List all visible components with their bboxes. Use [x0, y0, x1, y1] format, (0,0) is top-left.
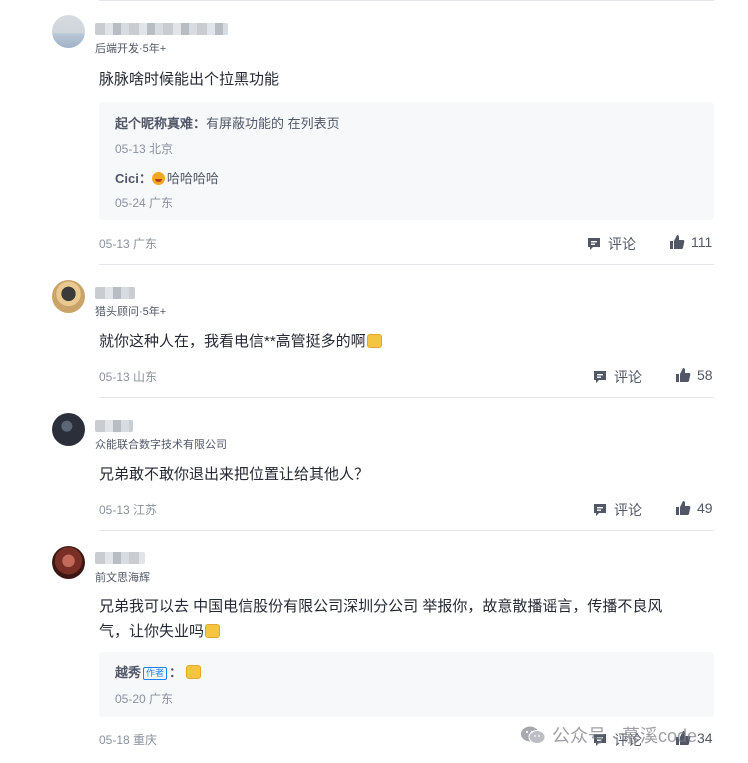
like-count: 111 — [691, 234, 713, 250]
reply-time: 05-13 北京 — [115, 142, 174, 156]
comment-text-content: 气，让你失业吗 — [99, 623, 205, 640]
emoji-icon — [186, 665, 202, 679]
comment-icon — [594, 371, 606, 383]
thumbs-up-icon — [676, 501, 691, 515]
comment-divider — [99, 264, 714, 265]
comment-time: 05-13 广东 — [99, 237, 158, 251]
author-name-blurred[interactable] — [95, 420, 133, 432]
comment-label: 评论 — [614, 502, 642, 518]
author-badge: 作者 — [143, 667, 168, 680]
reply-author[interactable]: 越秀 — [115, 665, 141, 680]
top-divider — [99, 0, 714, 1]
reply-time: 05-24 广东 — [115, 196, 174, 210]
like-button[interactable]: 49 — [675, 500, 713, 516]
like-count: 34 — [697, 730, 713, 746]
author-meta: 后端开发·5年+ — [95, 43, 167, 55]
comment-label: 评论 — [608, 236, 636, 252]
reply-separator: ： — [138, 171, 152, 186]
like-button[interactable]: 111 — [669, 234, 712, 250]
comment-label: 评论 — [614, 369, 642, 385]
comment-text-content: 就你这种人在，我看电信**高管挺多的啊 — [99, 333, 366, 350]
comment-time: 05-13 江苏 — [99, 503, 158, 517]
thumbs-up-icon — [670, 235, 685, 249]
reply-list: 起个昵称真难：有屏蔽功能的 在列表页 05-13 北京 Cici： 哈哈哈哈 05… — [99, 102, 714, 220]
author-meta: 众能联合数字技术有限公司 — [95, 439, 227, 451]
reply-list: 越秀 作者： 05-20 广东 — [99, 652, 714, 717]
avatar[interactable] — [52, 413, 85, 446]
comment-text-line2: 气，让你失业吗 — [99, 619, 714, 645]
like-count: 58 — [697, 367, 713, 383]
comment-divider — [99, 530, 714, 531]
author-name-blurred[interactable] — [95, 287, 135, 299]
comment-icon — [594, 504, 606, 516]
watermark-text: 公众号 · 慕溪code — [552, 726, 698, 746]
comment-text: 兄弟敢不敢你退出来把位置让给其他人？ — [99, 466, 370, 483]
reply-time: 05-20 广东 — [115, 692, 174, 706]
comment-text: 兄弟我可以去 中国电信股份有限公司深圳分公司 举报你，故意散播谣言，传播不良风 — [99, 598, 663, 615]
author-meta: 猎头顾问·5年+ — [95, 306, 167, 318]
reply-separator: ： — [193, 116, 207, 131]
comment-button[interactable]: 评论 — [586, 234, 636, 254]
comment-icon — [588, 238, 600, 250]
thumbs-up-icon — [676, 368, 691, 382]
reply-text: 哈哈哈哈 — [166, 171, 219, 186]
watermark: 公众号 · 慕溪code — [520, 722, 697, 748]
comment-button[interactable]: 评论 — [592, 367, 642, 387]
comment-text: 脉脉啥时候能出个拉黑功能 — [99, 71, 280, 88]
author-meta: 前文思海辉 — [95, 572, 150, 584]
reply-text: 有屏蔽功能的 在列表页 — [206, 116, 340, 131]
reply-author[interactable]: Cici — [115, 171, 139, 186]
comment-time: 05-18 重庆 — [99, 733, 158, 747]
comment-button[interactable]: 评论 — [592, 500, 642, 520]
comment-divider — [99, 397, 714, 398]
wechat-icon — [521, 726, 546, 744]
avatar[interactable] — [52, 280, 85, 313]
reply-separator: ： — [169, 665, 183, 680]
reply-author[interactable]: 起个昵称真难 — [115, 116, 193, 131]
laughing-emoji-icon — [151, 172, 165, 185]
emoji-icon — [366, 334, 382, 348]
author-name-blurred[interactable] — [95, 23, 228, 35]
reply-item: Cici： 哈哈哈哈 — [115, 168, 219, 187]
reply-item: 起个昵称真难：有屏蔽功能的 在列表页 — [115, 113, 340, 132]
comment-time: 05-13 山东 — [99, 370, 158, 384]
emoji-icon — [205, 624, 221, 638]
like-count: 49 — [697, 500, 713, 516]
like-button[interactable]: 58 — [675, 367, 713, 383]
avatar[interactable] — [52, 546, 85, 579]
comment-text: 就你这种人在，我看电信**高管挺多的啊 — [99, 329, 714, 355]
author-name-blurred[interactable] — [95, 552, 145, 564]
reply-item: 越秀 作者： — [115, 662, 202, 681]
avatar[interactable] — [52, 15, 85, 48]
